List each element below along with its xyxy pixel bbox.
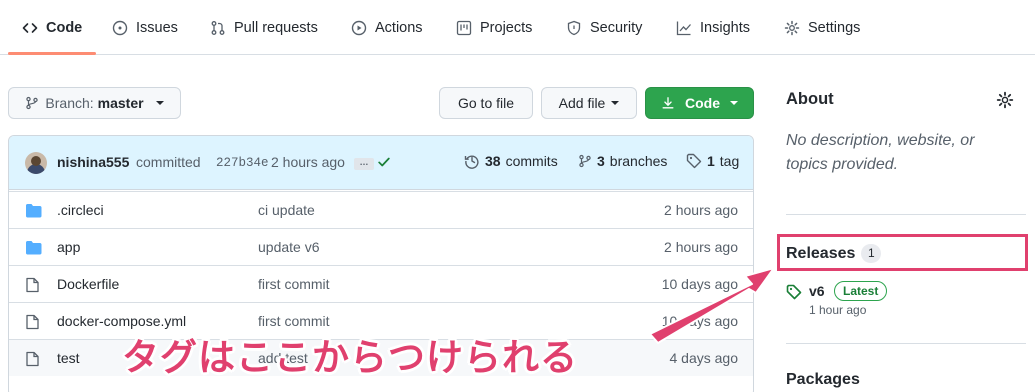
file-commit-message[interactable]: first commit <box>258 276 330 292</box>
file-icon <box>26 314 39 330</box>
project-icon <box>456 20 472 35</box>
release-name-link[interactable]: v6 <box>809 283 825 299</box>
file-commit-message[interactable]: ci update <box>258 202 315 218</box>
commits-label: commits <box>505 153 558 169</box>
tab-pull-requests-label: Pull requests <box>234 19 318 36</box>
tab-code-label: Code <box>46 19 83 36</box>
sidebar-divider <box>786 214 1026 215</box>
tab-settings[interactable]: Settings <box>784 0 860 55</box>
play-icon <box>351 20 367 35</box>
branches-label: branches <box>609 153 668 169</box>
download-icon <box>662 97 674 109</box>
tab-issues[interactable]: Issues <box>112 0 178 55</box>
check-icon[interactable] <box>377 155 391 169</box>
file-age: 10 days ago <box>661 276 738 292</box>
tab-projects-label: Projects <box>480 19 533 36</box>
file-icon <box>26 351 39 367</box>
file-row[interactable]: Dockerfile first commit 10 days ago <box>9 265 753 302</box>
chevron-down-icon <box>730 101 738 105</box>
branch-label: Branch: <box>45 95 94 111</box>
tag-icon <box>786 284 802 300</box>
file-row[interactable]: .circleci ci update 2 hours ago <box>9 191 753 228</box>
commit-time: 2 hours ago <box>271 154 345 170</box>
shield-icon <box>567 20 581 35</box>
file-name[interactable]: Dockerfile <box>57 276 119 292</box>
about-heading: About <box>786 90 834 108</box>
tag-icon <box>686 153 702 169</box>
go-to-file-label: Go to file <box>457 95 515 111</box>
graph-icon <box>676 21 691 35</box>
branch-name: master <box>97 95 144 111</box>
branch-icon <box>26 96 39 110</box>
file-age: 10 days ago <box>661 313 738 329</box>
gear-icon[interactable] <box>996 91 1014 109</box>
pull-request-icon <box>211 20 225 35</box>
tab-insights[interactable]: Insights <box>676 0 750 55</box>
code-download-button[interactable]: Code <box>645 87 754 119</box>
tab-projects[interactable]: Projects <box>456 0 532 55</box>
file-name[interactable]: test <box>57 350 80 366</box>
commit-expand-button[interactable]: … <box>354 158 374 170</box>
latest-commit-bar: nishina555 committed 227b34e 2 hours ago… <box>9 136 753 190</box>
tags-count: 1 <box>707 153 715 169</box>
tab-pull-requests[interactable]: Pull requests <box>210 0 318 55</box>
selected-tab-indicator <box>8 52 96 55</box>
file-name[interactable]: .circleci <box>57 202 104 218</box>
annotation-callout: タグはここからつけられる <box>122 336 578 379</box>
file-age: 4 days ago <box>669 350 739 366</box>
chevron-down-icon <box>155 101 164 105</box>
branches-link[interactable]: 3 branches <box>578 153 667 169</box>
file-age: 2 hours ago <box>664 239 738 255</box>
history-icon <box>464 155 479 169</box>
add-file-button[interactable]: Add file <box>541 87 637 119</box>
chevron-down-icon <box>611 101 620 105</box>
repo-tab-nav: Code Issues Pull requests Actions Projec… <box>0 0 1035 55</box>
latest-badge: Latest <box>834 281 888 301</box>
folder-icon <box>26 204 42 218</box>
file-name[interactable]: app <box>57 239 80 255</box>
file-age: 2 hours ago <box>664 202 738 218</box>
add-file-label: Add file <box>558 95 606 111</box>
branches-count: 3 <box>597 153 605 169</box>
release-date: 1 hour ago <box>809 303 867 317</box>
tab-settings-label: Settings <box>808 19 861 36</box>
file-commit-message[interactable]: update v6 <box>258 239 320 255</box>
packages-heading: Packages <box>786 371 860 388</box>
tab-code[interactable]: Code <box>22 0 82 55</box>
commits-link[interactable]: 38 commits <box>464 153 558 169</box>
folder-icon <box>26 241 42 255</box>
branch-select-button[interactable]: Branch: master <box>8 87 181 119</box>
commit-author[interactable]: nishina555 <box>57 154 129 170</box>
tab-security-label: Security <box>590 19 643 36</box>
branch-icon <box>579 154 591 168</box>
go-to-file-button[interactable]: Go to file <box>439 87 533 119</box>
tags-label: tag <box>719 153 740 169</box>
commit-sha[interactable]: 227b34e <box>216 156 269 170</box>
issue-icon <box>112 20 128 35</box>
avatar[interactable] <box>25 152 47 174</box>
tab-actions-label: Actions <box>375 19 423 36</box>
tags-link[interactable]: 1 tag <box>686 153 739 169</box>
about-description: No description, website, or topics provi… <box>786 132 975 173</box>
tab-security[interactable]: Security <box>566 0 642 55</box>
tab-issues-label: Issues <box>136 19 178 36</box>
gear-icon <box>784 20 800 35</box>
code-button-label: Code <box>685 95 720 111</box>
commits-count: 38 <box>485 153 501 169</box>
commit-action: committed <box>136 154 201 170</box>
file-row[interactable]: app update v6 2 hours ago <box>9 228 753 265</box>
file-icon <box>26 277 39 293</box>
tab-actions[interactable]: Actions <box>351 0 423 55</box>
sidebar-divider <box>786 343 1026 344</box>
code-icon <box>22 22 38 33</box>
annotation-highlight-box <box>777 234 1028 271</box>
tab-insights-label: Insights <box>700 19 750 36</box>
